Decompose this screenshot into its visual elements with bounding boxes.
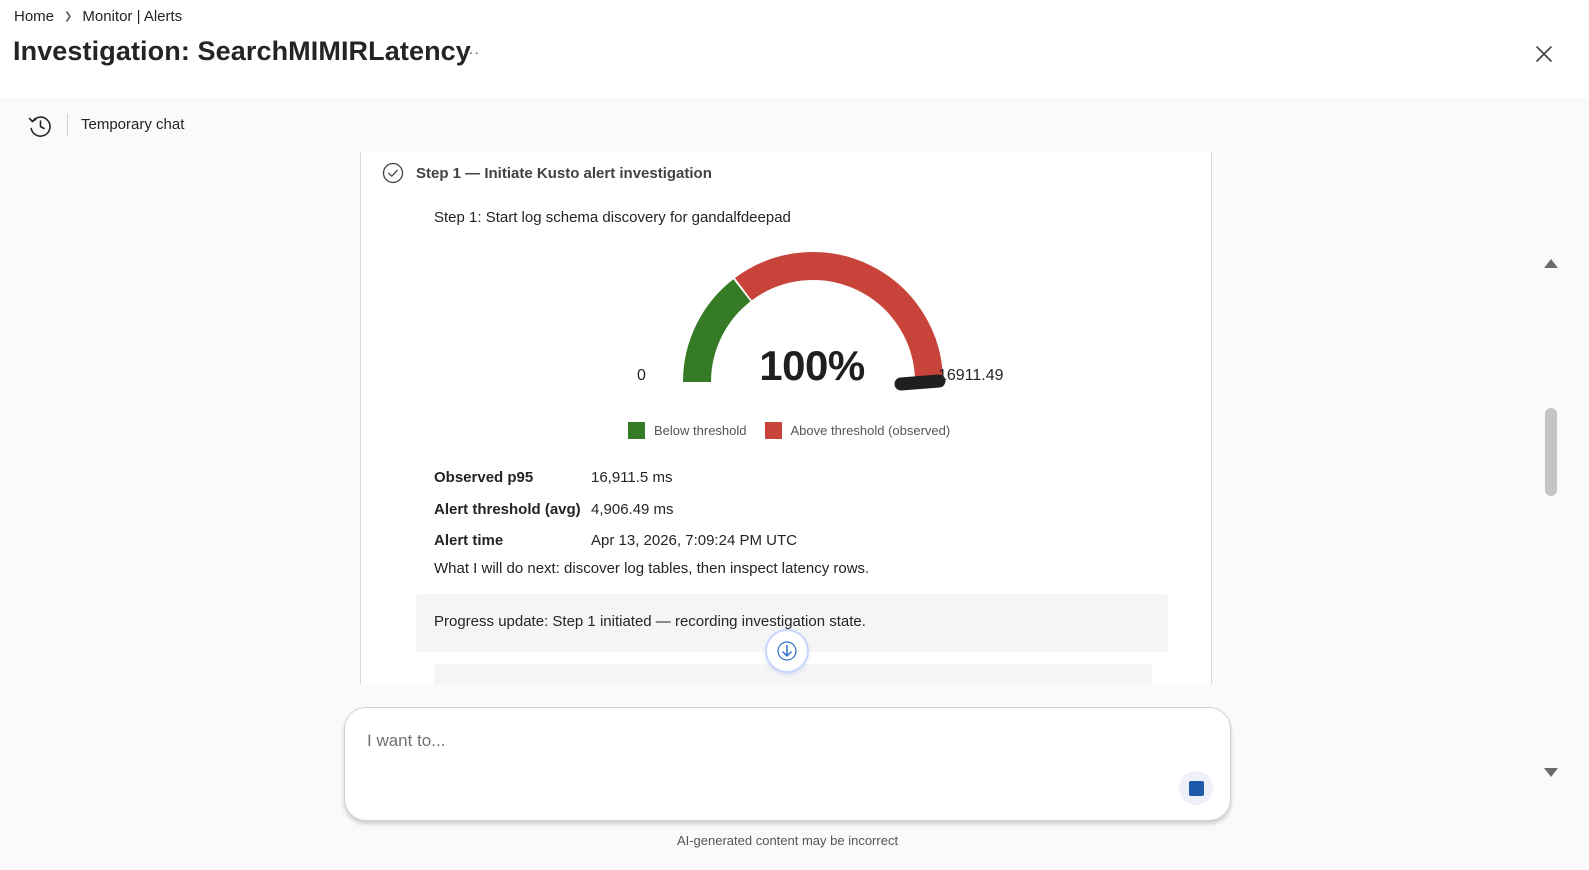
ai-disclaimer: AI-generated content may be incorrect [676, 833, 899, 848]
triangle-down-icon [1544, 768, 1558, 777]
gauge-legend: Below threshold Above threshold (observe… [628, 422, 950, 439]
chat-composer [344, 707, 1231, 821]
fact-row: Alert threshold (avg) 4,906.49 ms [434, 494, 797, 526]
temporary-chat-label[interactable]: Temporary chat [81, 116, 184, 133]
facts-table: Observed p95 16,911.5 ms Alert threshold… [434, 462, 797, 557]
gauge-min-label: 0 [637, 367, 646, 384]
scroll-up-button[interactable] [1543, 256, 1559, 268]
legend-item-above: Above threshold (observed) [764, 422, 951, 439]
chat-history-button[interactable] [26, 112, 54, 140]
triangle-up-icon [1544, 259, 1558, 268]
more-options-button[interactable]: ··· [463, 44, 480, 60]
close-button[interactable] [1533, 43, 1555, 65]
gauge-arc-below [683, 279, 751, 383]
legend-swatch-below [628, 422, 645, 439]
toolbar-divider [67, 114, 68, 136]
stop-button[interactable] [1179, 771, 1213, 805]
fact-label: Observed p95 [434, 469, 534, 487]
breadcrumb-current[interactable]: Monitor | Alerts [82, 8, 182, 25]
legend-item-below: Below threshold [628, 422, 747, 439]
scrollbar-thumb[interactable] [1545, 408, 1557, 496]
chat-input[interactable] [367, 726, 1147, 756]
step-header[interactable]: Step 1 — Initiate Kusto alert investigat… [382, 162, 712, 184]
chevron-right-icon: ❯ [64, 11, 73, 22]
fact-label: Alert threshold (avg) [434, 500, 581, 518]
message-card: Step 1 — Initiate Kusto alert investigat… [360, 152, 1212, 684]
history-icon [28, 116, 51, 137]
legend-label-below: Below threshold [654, 423, 747, 438]
breadcrumb-home[interactable]: Home [14, 8, 54, 25]
page: Home ❯ Monitor | Alerts Investigation: S… [0, 0, 1589, 870]
step-subtitle: Step 1: Start log schema discovery for g… [434, 209, 791, 226]
page-title: Investigation: SearchMIMIRLatency [13, 36, 471, 66]
scroll-down-button[interactable] [1543, 766, 1559, 778]
fact-row: Observed p95 16,911.5 ms [434, 462, 797, 494]
gauge: 0 16911.49 100% [621, 242, 1021, 402]
step-title: Step 1 — Initiate Kusto alert investigat… [416, 164, 712, 182]
legend-label-above: Above threshold (observed) [790, 423, 951, 438]
check-circle-icon [382, 162, 404, 184]
gauge-max-label: 16911.49 [938, 367, 1004, 384]
chat-area: Temporary chat Step 1 — Initiate Kusto a… [0, 98, 1589, 870]
fact-value: 16,911.5 ms [591, 469, 673, 487]
progress-update-text: Progress update: Step 1 initiated — reco… [434, 613, 866, 630]
next-steps-text: What I will do next: discover log tables… [434, 560, 870, 577]
gauge-needle [894, 374, 946, 391]
scroll-to-bottom-button[interactable] [767, 631, 807, 671]
fact-value: Apr 13, 2026, 7:09:24 PM UTC [591, 532, 797, 550]
close-icon [1536, 46, 1552, 62]
legend-swatch-above [764, 422, 782, 439]
arrow-down-icon [777, 641, 797, 661]
chat-toolbar: Temporary chat [0, 98, 1589, 152]
gauge-percent-label: 100% [759, 342, 865, 389]
fact-value: 4,906.49 ms [591, 500, 674, 518]
fact-label: Alert time [434, 532, 504, 550]
fact-row: Alert time Apr 13, 2026, 7:09:24 PM UTC [434, 525, 797, 557]
stop-icon [1188, 780, 1204, 796]
breadcrumb: Home ❯ Monitor | Alerts [14, 8, 182, 25]
